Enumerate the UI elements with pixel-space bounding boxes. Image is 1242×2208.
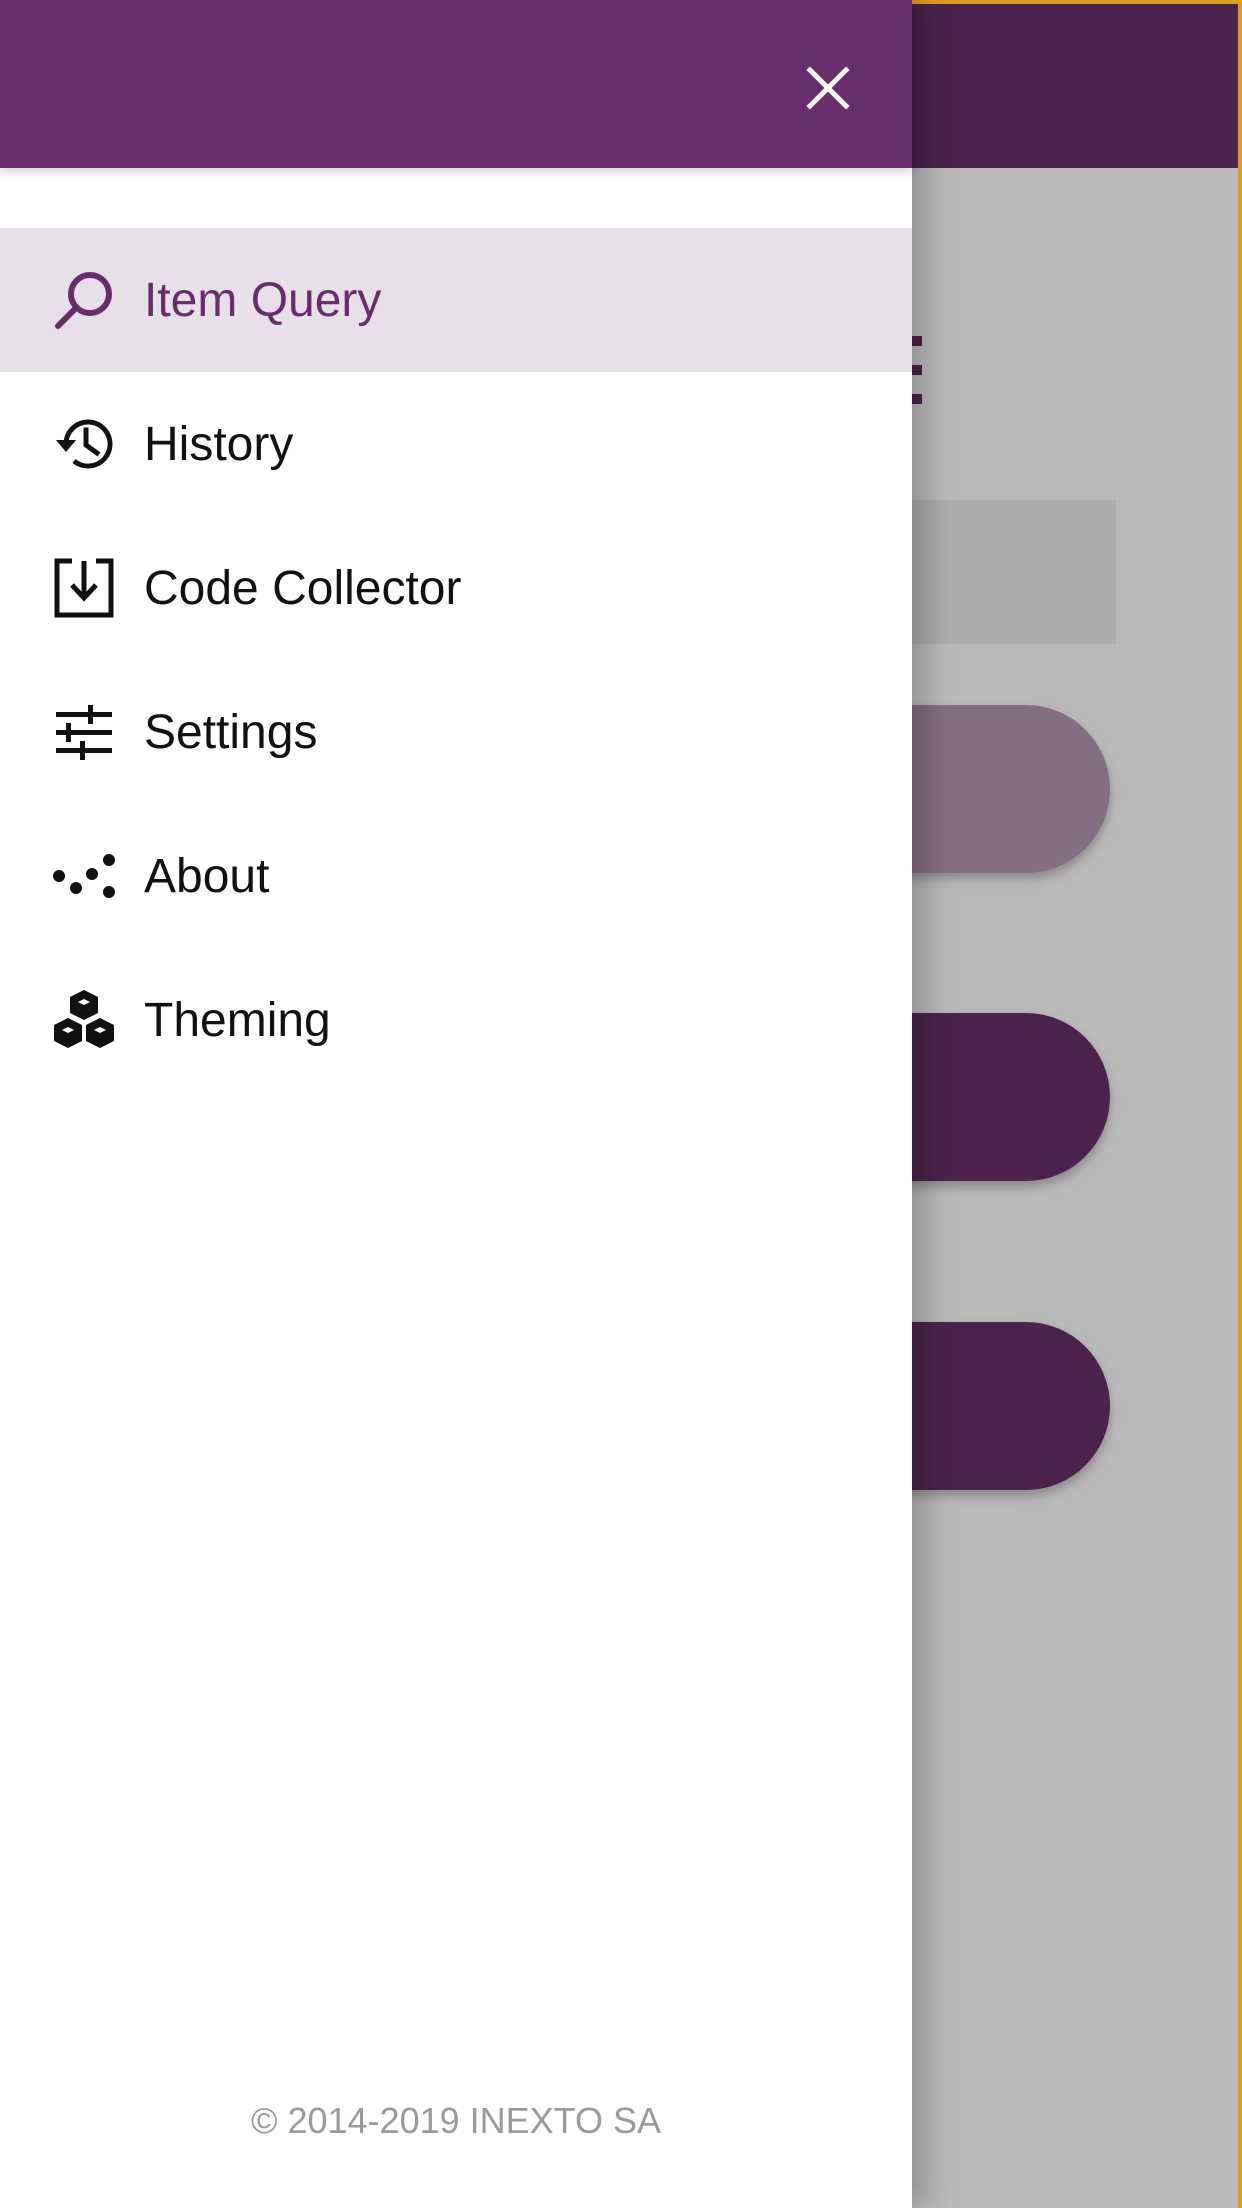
menu-item-label: Code Collector <box>144 561 462 615</box>
copyright-footer: © 2014-2019 INEXTO SA <box>250 2100 662 2141</box>
close-button[interactable] <box>792 52 864 124</box>
menu-item-history[interactable]: History <box>0 372 912 516</box>
navigation-drawer: Item Query History Code Collector Settin… <box>0 0 912 2208</box>
menu-item-label: About <box>144 849 270 903</box>
history-icon <box>52 412 116 476</box>
menu-item-theming[interactable]: Theming <box>0 948 912 1092</box>
menu-item-code-collector[interactable]: Code Collector <box>0 516 912 660</box>
menu-item-item-query[interactable]: Item Query <box>0 228 912 372</box>
cubes-icon <box>52 988 116 1052</box>
menu-item-label: Item Query <box>144 273 382 327</box>
menu-item-label: History <box>144 417 294 471</box>
sliders-icon <box>52 700 116 764</box>
background-frame-right <box>1238 0 1242 2208</box>
menu-item-settings[interactable]: Settings <box>0 660 912 804</box>
menu-item-label: Settings <box>144 705 318 759</box>
dots-icon <box>52 844 116 908</box>
menu-item-about[interactable]: About <box>0 804 912 948</box>
close-icon <box>806 66 850 110</box>
menu-item-label: Theming <box>144 993 331 1047</box>
search-icon <box>52 268 116 332</box>
background-frame-top <box>912 0 1242 4</box>
drawer-header <box>0 0 912 168</box>
download-box-icon <box>52 556 116 620</box>
drawer-menu: Item Query History Code Collector Settin… <box>0 228 912 1092</box>
background-input-field <box>880 500 1116 644</box>
